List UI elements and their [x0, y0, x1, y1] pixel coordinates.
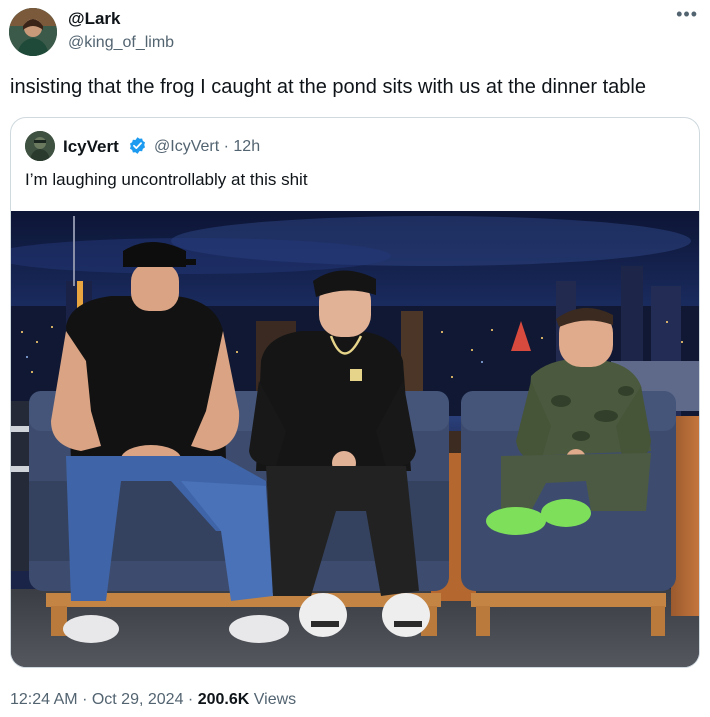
quoted-author-avatar[interactable]	[25, 131, 55, 161]
tweet-time[interactable]: 12:24 AM	[10, 691, 78, 708]
more-dots-icon[interactable]: •••	[676, 4, 698, 25]
quoted-handle-time: @IcyVert · 12h	[154, 138, 260, 156]
views-count[interactable]: 200.6K	[198, 691, 250, 708]
separator-dot: ·	[187, 691, 194, 708]
quoted-tweet-card[interactable]: IcyVert @IcyVert · 12h I’m laughing unco…	[10, 117, 700, 668]
views-label: Views	[253, 691, 297, 708]
quoted-photo[interactable]	[11, 211, 700, 668]
tweet-date[interactable]: Oct 29, 2024	[92, 691, 184, 708]
author-display-name[interactable]: @Lark	[68, 9, 121, 29]
separator-dot: ·	[223, 138, 229, 155]
quoted-tweet-text: I’m laughing uncontrollably at this shit	[25, 170, 308, 189]
quoted-handle[interactable]: @IcyVert	[154, 138, 219, 155]
author-handle[interactable]: @king_of_limb	[68, 34, 174, 52]
verified-badge-icon	[129, 137, 146, 154]
quoted-display-name[interactable]: IcyVert	[63, 137, 119, 157]
tweet-text: insisting that the frog I caught at the …	[10, 76, 646, 98]
author-avatar[interactable]	[9, 8, 57, 56]
separator-dot: ·	[82, 691, 88, 708]
quoted-time[interactable]: 12h	[233, 138, 260, 155]
tweet-footer: 12:24 AM · Oct 29, 2024 · 200.6K Views	[10, 691, 296, 709]
